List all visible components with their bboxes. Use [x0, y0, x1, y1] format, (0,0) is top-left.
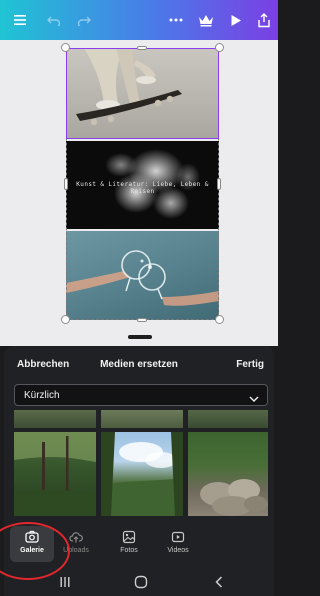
media-thumbnail[interactable] [101, 432, 183, 516]
undo-icon[interactable] [40, 0, 68, 40]
resize-handle-left[interactable] [64, 178, 68, 190]
media-source-tabs: Galerie Uploads Fotos Videos [4, 522, 274, 566]
tab-label: Fotos [120, 547, 138, 554]
back-icon[interactable] [209, 574, 229, 590]
resize-handle-right[interactable] [217, 178, 221, 190]
image-skateboard[interactable] [66, 48, 219, 139]
video-icon [171, 531, 185, 543]
crown-icon[interactable] [192, 0, 220, 40]
redo-icon[interactable] [70, 0, 98, 40]
resize-handle-top-right[interactable] [215, 43, 224, 52]
folder-select-value: Kürzlich [24, 389, 60, 401]
overlay-text[interactable]: Kunst & Literatur: Liebe, Leben & Reisen [66, 181, 219, 195]
top-toolbar [0, 0, 278, 40]
media-thumbnail[interactable] [188, 432, 268, 516]
resize-handle-bottom[interactable] [137, 318, 147, 322]
media-thumbnail[interactable] [14, 410, 96, 428]
design-canvas[interactable]: Kunst & Literatur: Liebe, Leben & Reisen [0, 40, 278, 346]
media-thumbnail[interactable] [101, 410, 183, 428]
recents-icon[interactable] [55, 574, 75, 590]
tab-label: Uploads [63, 547, 89, 554]
design-page[interactable]: Kunst & Literatur: Liebe, Leben & Reisen [61, 43, 224, 324]
media-thumbnail[interactable] [188, 410, 268, 428]
media-grid [14, 410, 268, 518]
replace-media-sheet: Abbrechen Medien ersetzen Fertig Kürzlic… [4, 346, 274, 596]
image-glasses-toast[interactable] [66, 231, 219, 320]
tab-uploads[interactable]: Uploads [54, 526, 98, 562]
tab-videos[interactable]: Videos [156, 526, 200, 562]
menu-icon[interactable] [6, 0, 34, 40]
tab-fotos[interactable]: Fotos [107, 526, 151, 562]
image-smoke[interactable]: Kunst & Literatur: Liebe, Leben & Reisen [66, 141, 219, 229]
cloud-upload-icon [69, 532, 83, 543]
resize-handle-bottom-right[interactable] [215, 315, 224, 324]
camera-icon [25, 530, 39, 543]
home-icon[interactable] [131, 574, 151, 590]
tab-label: Galerie [20, 547, 44, 554]
chevron-down-icon [249, 390, 259, 408]
play-icon[interactable] [222, 0, 250, 40]
media-thumbnail[interactable] [14, 432, 96, 516]
share-icon[interactable] [250, 0, 278, 40]
system-navigation-bar [4, 566, 274, 596]
sheet-header: Abbrechen Medien ersetzen Fertig [4, 346, 274, 382]
tab-galerie[interactable]: Galerie [10, 526, 54, 562]
tab-label: Videos [167, 547, 189, 554]
resize-handle-bottom-left[interactable] [61, 315, 70, 324]
more-icon[interactable] [162, 0, 190, 40]
folder-select[interactable]: Kürzlich [14, 384, 268, 406]
image-icon [122, 530, 136, 544]
cancel-button[interactable]: Abbrechen [17, 359, 69, 370]
sheet-drag-handle[interactable] [128, 335, 152, 339]
done-button[interactable]: Fertig [236, 359, 264, 370]
resize-handle-top-left[interactable] [61, 43, 70, 52]
resize-handle-top[interactable] [137, 46, 147, 50]
